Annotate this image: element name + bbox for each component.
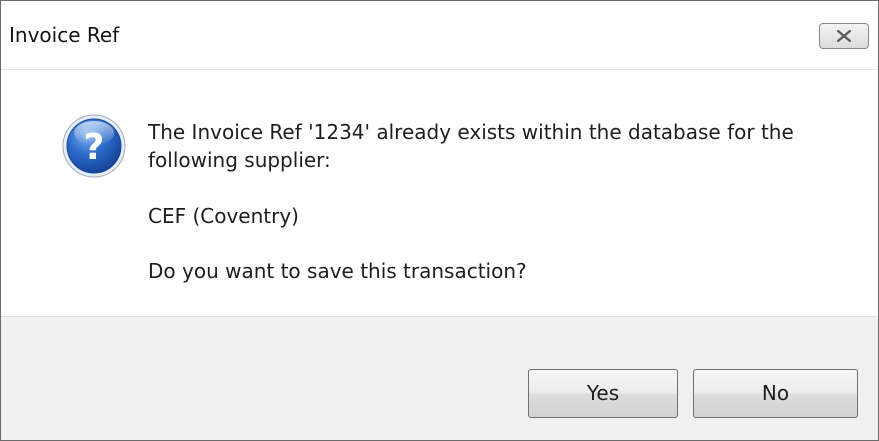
supplier-name: CEF (Coventry) xyxy=(148,204,299,228)
dialog-message: The Invoice Ref '1234' already exists wi… xyxy=(148,118,848,285)
confirm-question: Do you want to save this transaction? xyxy=(148,259,527,283)
svg-text:?: ? xyxy=(84,127,105,168)
close-button[interactable] xyxy=(819,23,869,49)
message-dialog: Invoice Ref ? The Invoice Ref '1234' alr… xyxy=(0,0,879,441)
dialog-content: ? The Invoice Ref '1234' already exists … xyxy=(1,70,878,316)
question-icon: ? xyxy=(62,114,126,178)
close-icon xyxy=(837,30,851,42)
dialog-title: Invoice Ref xyxy=(9,23,120,47)
no-button[interactable]: No xyxy=(693,369,858,418)
message-line-2: following supplier: xyxy=(148,148,331,172)
button-bar: Yes No xyxy=(1,316,878,440)
title-bar: Invoice Ref xyxy=(1,1,878,70)
yes-button[interactable]: Yes xyxy=(528,369,678,418)
message-line-1: The Invoice Ref '1234' already exists wi… xyxy=(148,120,794,144)
